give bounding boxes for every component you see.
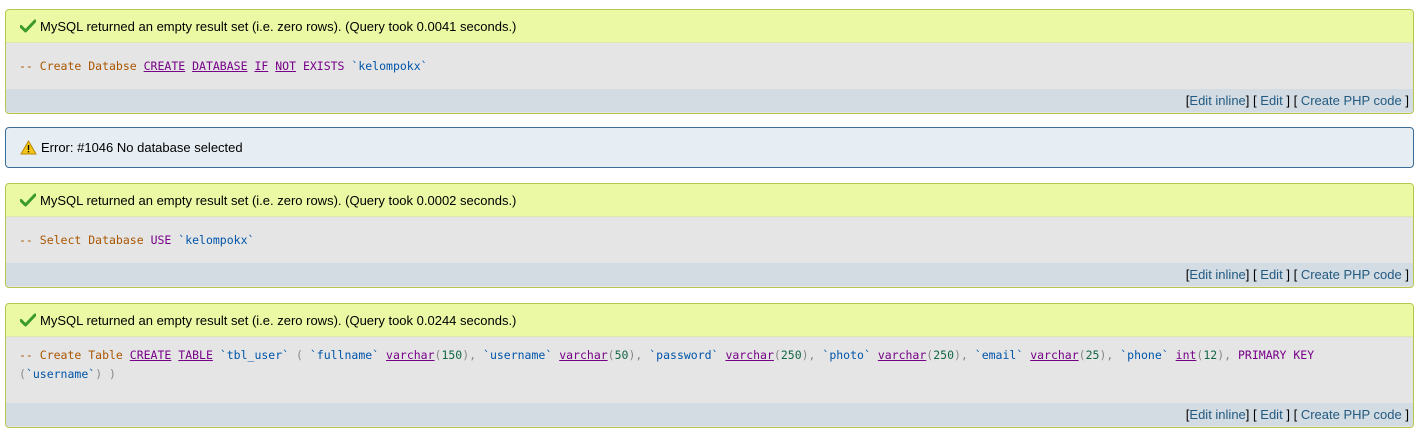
sql-token: 250: [780, 348, 802, 362]
sql-token: `password`: [649, 348, 719, 362]
success-message: MySQL returned an empty result set (i.e.…: [6, 184, 1413, 217]
check-icon: [20, 19, 36, 33]
sql-token: int: [1175, 348, 1197, 362]
sql-token: -- Create Databse: [19, 58, 144, 73]
bracket: [: [1293, 267, 1298, 282]
sql-token: IF: [254, 58, 269, 73]
sql-token: ),: [1217, 348, 1238, 362]
sql-token: 150: [441, 348, 463, 362]
bracket: ]: [1405, 267, 1409, 282]
sql-token: (: [289, 348, 310, 362]
sql-token: `fullname`: [309, 348, 380, 362]
sql-token: TABLE: [178, 348, 213, 362]
sql-text: -- Select Database USE `kelompokx`: [19, 231, 254, 250]
sql-token: `kelompokx`: [178, 232, 255, 247]
sql-token: 250: [933, 348, 954, 362]
bracket: ]: [1405, 407, 1409, 422]
sql-token: ),: [1099, 348, 1121, 362]
sql-token: -- Create Table: [19, 348, 130, 362]
sql-token: 25: [1085, 348, 1100, 362]
sql-token: `tbl_user`: [219, 348, 290, 362]
sql-token: varchar: [1030, 348, 1079, 362]
sql-token: varchar: [725, 348, 774, 362]
sql-token: ),: [462, 348, 484, 362]
sql-token: `photo`: [822, 348, 871, 362]
sql-token: ),: [628, 348, 650, 362]
sql-token: `email`: [974, 348, 1024, 362]
sql-token: EXISTS: [296, 58, 352, 73]
bracket: [: [1293, 93, 1298, 108]
sql-token: varchar: [559, 348, 608, 362]
bracket: ]: [1286, 407, 1290, 422]
edit-link[interactable]: Edit: [1260, 407, 1282, 422]
sql-query[interactable]: -- Create Table CREATE TABLE `tbl_user` …: [6, 337, 1413, 403]
sql-token: DATABASE: [192, 58, 248, 73]
sql-token: (: [1078, 348, 1086, 362]
edit-link[interactable]: Edit: [1260, 93, 1282, 108]
error-text: Error: #1046 No database selected: [41, 140, 243, 155]
sql-text: -- Create Table CREATE TABLE `tbl_user` …: [19, 348, 1321, 381]
create-php-code-link[interactable]: Create PHP code: [1301, 407, 1402, 422]
query-result-3: MySQL returned an empty result set (i.e.…: [5, 303, 1414, 428]
success-text: MySQL returned an empty result set (i.e.…: [40, 18, 517, 34]
sql-query[interactable]: -- Create Databse CREATE DATABASE IF NOT…: [6, 43, 1413, 89]
sql-token: (: [773, 348, 781, 362]
sql-token: PRIMARY KEY: [1238, 348, 1322, 362]
sql-token: -- Select Database: [19, 232, 151, 247]
success-message: MySQL returned an empty result set (i.e.…: [6, 304, 1413, 337]
query-result-2: MySQL returned an empty result set (i.e.…: [5, 183, 1414, 288]
sql-token: USE: [150, 232, 179, 247]
sql-query[interactable]: -- Select Database USE `kelompokx`: [6, 217, 1413, 263]
sql-text: -- Create Databse CREATE DATABASE IF NOT…: [19, 57, 428, 76]
edit-inline-link[interactable]: Edit inline: [1189, 267, 1245, 282]
bracket: [: [1253, 93, 1257, 108]
sql-token: `username`: [25, 367, 96, 381]
bracket: ]: [1245, 407, 1250, 422]
sql-token: 12: [1203, 348, 1218, 362]
query-result-1: MySQL returned an empty result set (i.e.…: [5, 9, 1414, 114]
success-text: MySQL returned an empty result set (i.e.…: [40, 192, 517, 208]
bracket: ]: [1245, 267, 1250, 282]
sql-token: (: [607, 348, 615, 362]
sql-token: ),: [954, 348, 975, 362]
sql-token: `kelompokx`: [351, 58, 428, 73]
check-icon: [20, 193, 36, 207]
sql-token: NOT: [275, 58, 297, 73]
sql-token: CREATE: [129, 348, 172, 362]
sql-token: 50: [614, 348, 629, 362]
query-toolbar: [ Edit inline ] [ Edit ] [ Create PHP co…: [6, 89, 1413, 112]
bracket: ]: [1245, 93, 1250, 108]
query-toolbar: [ Edit inline ] [ Edit ] [ Create PHP co…: [6, 263, 1413, 286]
error-message: Error: #1046 No database selected: [5, 127, 1414, 168]
sql-token: ) ): [95, 367, 116, 381]
create-php-code-link[interactable]: Create PHP code: [1301, 93, 1402, 108]
bracket: [: [1293, 407, 1298, 422]
sql-token: `username`: [483, 348, 553, 362]
bracket: ]: [1405, 93, 1409, 108]
create-php-code-link[interactable]: Create PHP code: [1301, 267, 1402, 282]
warning-icon: [20, 140, 37, 155]
bracket: [: [1253, 407, 1257, 422]
check-icon: [20, 313, 36, 327]
bracket: [: [1253, 267, 1257, 282]
query-toolbar: [ Edit inline ] [ Edit ] [ Create PHP co…: [6, 403, 1413, 426]
edit-inline-link[interactable]: Edit inline: [1189, 407, 1245, 422]
sql-token: varchar: [386, 348, 435, 362]
success-message: MySQL returned an empty result set (i.e.…: [6, 10, 1413, 43]
sql-token: CREATE: [143, 58, 186, 73]
sql-token: varchar: [877, 348, 927, 362]
success-text: MySQL returned an empty result set (i.e.…: [40, 312, 517, 328]
edit-inline-link[interactable]: Edit inline: [1189, 93, 1245, 108]
bracket: ]: [1286, 93, 1290, 108]
bracket: ]: [1286, 267, 1290, 282]
sql-token: `phone`: [1120, 348, 1169, 362]
sql-token: (: [19, 367, 26, 381]
sql-token: ),: [801, 348, 823, 362]
edit-link[interactable]: Edit: [1260, 267, 1282, 282]
